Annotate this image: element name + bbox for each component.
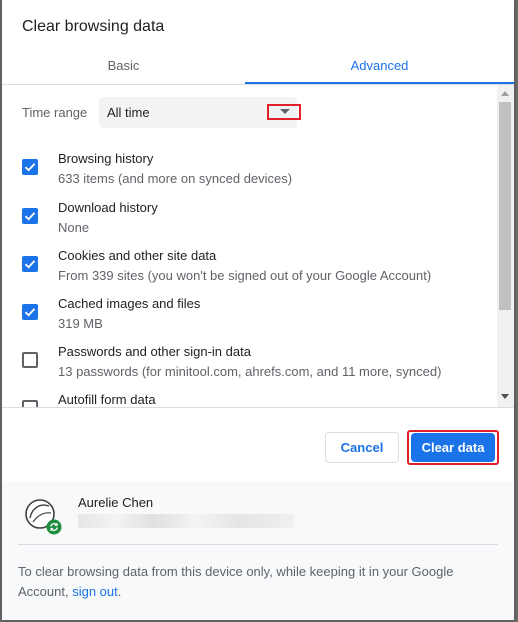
option-subtitle: None xyxy=(58,220,90,235)
tab-advanced[interactable]: Advanced xyxy=(245,48,514,82)
option-subtitle: From 339 sites (you won't be signed out … xyxy=(58,268,432,283)
footer-divider xyxy=(18,544,498,545)
account-name: Aurelie Chen xyxy=(78,495,154,510)
scrollbar-thumb[interactable] xyxy=(499,102,511,310)
option-title: Cookies and other site data xyxy=(58,248,217,263)
option-subtitle: 13 passwords (for minitool.com, ahrefs.c… xyxy=(58,364,442,379)
checkbox-cookies[interactable] xyxy=(22,256,38,272)
sync-badge-icon xyxy=(46,519,62,535)
tab-bar: Basic Advanced xyxy=(2,48,514,85)
scroll-up-arrow-icon[interactable] xyxy=(501,91,509,96)
time-range-value: All time xyxy=(107,105,150,120)
checkbox-autofill[interactable] xyxy=(22,400,38,407)
option-title: Autofill form data xyxy=(58,392,156,407)
option-autofill[interactable]: Autofill form data xyxy=(2,392,497,407)
profile-avatar-icon xyxy=(25,499,62,535)
avatar xyxy=(24,498,62,535)
account-email-blurred xyxy=(78,514,294,528)
dialog-title: Clear browsing data xyxy=(22,18,165,35)
scroll-down-arrow-icon[interactable] xyxy=(501,394,509,399)
time-range-select[interactable]: All time xyxy=(99,97,301,128)
footer-message-suffix: . xyxy=(117,584,122,599)
option-cached-images[interactable]: Cached images and files 319 MB xyxy=(2,296,497,342)
checkbox-passwords[interactable] xyxy=(22,352,38,368)
tab-basic[interactable]: Basic xyxy=(2,48,245,82)
option-browsing-history[interactable]: Browsing history 633 items (and more on … xyxy=(2,151,497,197)
checkmark-icon xyxy=(24,308,36,317)
checkmark-icon xyxy=(24,163,36,172)
account-footer: Aurelie Chen To clear browsing data from… xyxy=(2,481,514,620)
chevron-down-icon[interactable] xyxy=(280,109,290,114)
clear-data-button[interactable]: Clear data xyxy=(411,433,495,462)
option-cookies[interactable]: Cookies and other site data From 339 sit… xyxy=(2,248,497,294)
sign-out-link[interactable]: sign out xyxy=(72,584,118,599)
time-range-label: Time range xyxy=(22,105,88,120)
option-subtitle: 633 items (and more on synced devices) xyxy=(58,171,293,186)
options-scroll-area[interactable]: Time range All time Browsing history 633… xyxy=(2,85,514,408)
checkbox-browsing-history[interactable] xyxy=(22,159,38,175)
dropdown-highlight-box xyxy=(267,104,301,120)
option-title: Passwords and other sign-in data xyxy=(58,344,251,359)
footer-message: To clear browsing data from this device … xyxy=(18,562,488,602)
option-title: Browsing history xyxy=(58,151,154,166)
option-title: Download history xyxy=(58,200,158,215)
checkmark-icon xyxy=(24,212,36,221)
active-tab-indicator xyxy=(245,82,514,84)
clear-browsing-data-dialog: Clear browsing data Basic Advanced Time … xyxy=(2,0,514,620)
checkbox-cached-images[interactable] xyxy=(22,304,38,320)
checkbox-download-history[interactable] xyxy=(22,208,38,224)
option-title: Cached images and files xyxy=(58,296,201,311)
option-subtitle: 319 MB xyxy=(58,316,103,331)
cancel-button[interactable]: Cancel xyxy=(325,432,399,463)
vertical-scrollbar[interactable] xyxy=(497,85,514,407)
checkmark-icon xyxy=(24,260,36,269)
option-passwords[interactable]: Passwords and other sign-in data 13 pass… xyxy=(2,344,497,390)
option-download-history[interactable]: Download history None xyxy=(2,200,497,246)
